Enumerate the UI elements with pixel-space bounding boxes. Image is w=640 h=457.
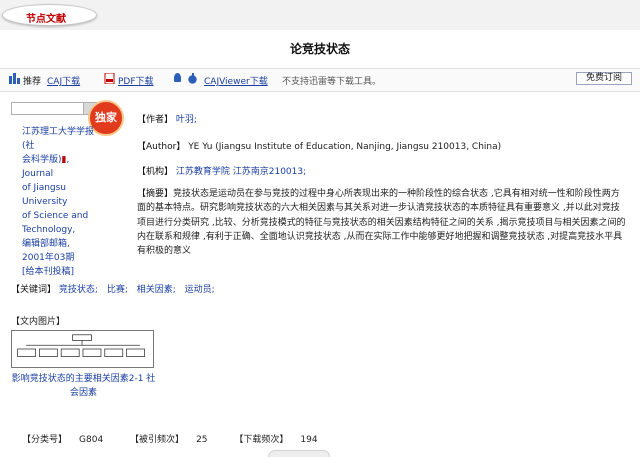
android-icon <box>174 73 181 82</box>
submit-link[interactable]: [给本刊投稿] <box>22 265 102 279</box>
source-line[interactable]: Technology, <box>22 223 102 237</box>
download-count-value: 194 <box>300 435 318 445</box>
figure-thumbnail[interactable] <box>11 330 154 368</box>
source-line[interactable]: of Science and <box>22 209 102 223</box>
institution-row: 【机构】 江苏教育学院 江苏南京210013; <box>137 164 306 177</box>
author-row: 【作者】 叶羽; <box>137 112 197 125</box>
keyword-link[interactable]: 运动员; <box>185 285 215 295</box>
apple-icon <box>188 73 197 84</box>
badge-label: 节点文献 <box>26 14 66 25</box>
journal-source[interactable]: 江苏理工大学学报(社 会科学版)▮, Journal of Jiangsu Un… <box>22 125 102 279</box>
keywords-row: 【关键词】 竞技状态; 比赛; 相关因素; 运动员; <box>11 282 215 295</box>
figures-label: 【文内图片】 <box>11 317 66 327</box>
flag-icon: ▮ <box>61 155 67 165</box>
cajviewer-download-link[interactable]: CAJViewer下载 <box>204 74 268 87</box>
source-line[interactable]: 江苏理工大学学报(社 <box>22 125 102 153</box>
figure-caption-link[interactable]: 影响竞技状态的主要相关因素2-1 社会因素 <box>11 372 156 400</box>
source-line[interactable]: 2001年03期 <box>22 251 102 265</box>
subscribe-button[interactable]: 免费订阅 <box>576 72 632 85</box>
source-line[interactable]: 会科学版) <box>22 155 62 165</box>
download-count-label: 【下载频次】 <box>234 435 289 445</box>
pdf-icon <box>104 73 115 84</box>
author-label: 【作者】 <box>137 115 174 125</box>
class-number-label: 【分类号】 <box>22 435 68 445</box>
abstract: 【摘要】竞技状态是运动员在参与竞技的过程中身心所表现出来的一种阶段性的综合状态 … <box>137 187 627 258</box>
keyword-link[interactable]: 竞技状态; <box>59 285 98 295</box>
author-en-row: 【Author】 YE Yu (Jiangsu Institute of Edu… <box>137 139 501 152</box>
keyword-link[interactable]: 相关因素; <box>137 285 176 295</box>
source-line[interactable]: Journal <box>22 169 53 179</box>
source-line[interactable]: 编辑部邮箱, <box>22 237 102 251</box>
cited-count-value: 25 <box>196 435 208 445</box>
source-line[interactable]: of Jiangsu University <box>22 181 102 209</box>
page-title: 论竞技状态 <box>289 42 350 56</box>
abstract-label: 【摘要】 <box>137 189 174 199</box>
author-link[interactable]: 叶羽; <box>176 115 197 125</box>
author-en-value: YE Yu (Jiangsu Institute of Education, N… <box>188 142 502 152</box>
bottom-tab[interactable] <box>268 450 330 457</box>
abstract-text: 竞技状态是运动员在参与竞技的过程中身心所表现出来的一种阶段性的综合状态 ,它具有… <box>137 189 626 257</box>
institution-label: 【机构】 <box>137 167 174 177</box>
recommend-label[interactable]: 推荐 <box>23 74 41 87</box>
keywords-label: 【关键词】 <box>11 285 57 295</box>
institution-link[interactable]: 江苏教育学院 江苏南京210013; <box>176 167 306 177</box>
footer-stats: 【分类号】 G804 【被引频次】 25 【下载频次】 194 <box>22 432 342 445</box>
keyword-link[interactable]: 比赛; <box>107 285 128 295</box>
recommend-icon <box>9 73 20 84</box>
cited-count-label: 【被引频次】 <box>130 435 185 445</box>
author-en-label: 【Author】 <box>137 142 186 152</box>
class-number-value: G804 <box>79 435 104 445</box>
pdf-download-link[interactable]: PDF下载 <box>118 74 154 87</box>
download-tool-note: 不支持迅雷等下载工具。 <box>282 77 382 87</box>
caj-download-link[interactable]: CAJ下载 <box>47 74 80 87</box>
